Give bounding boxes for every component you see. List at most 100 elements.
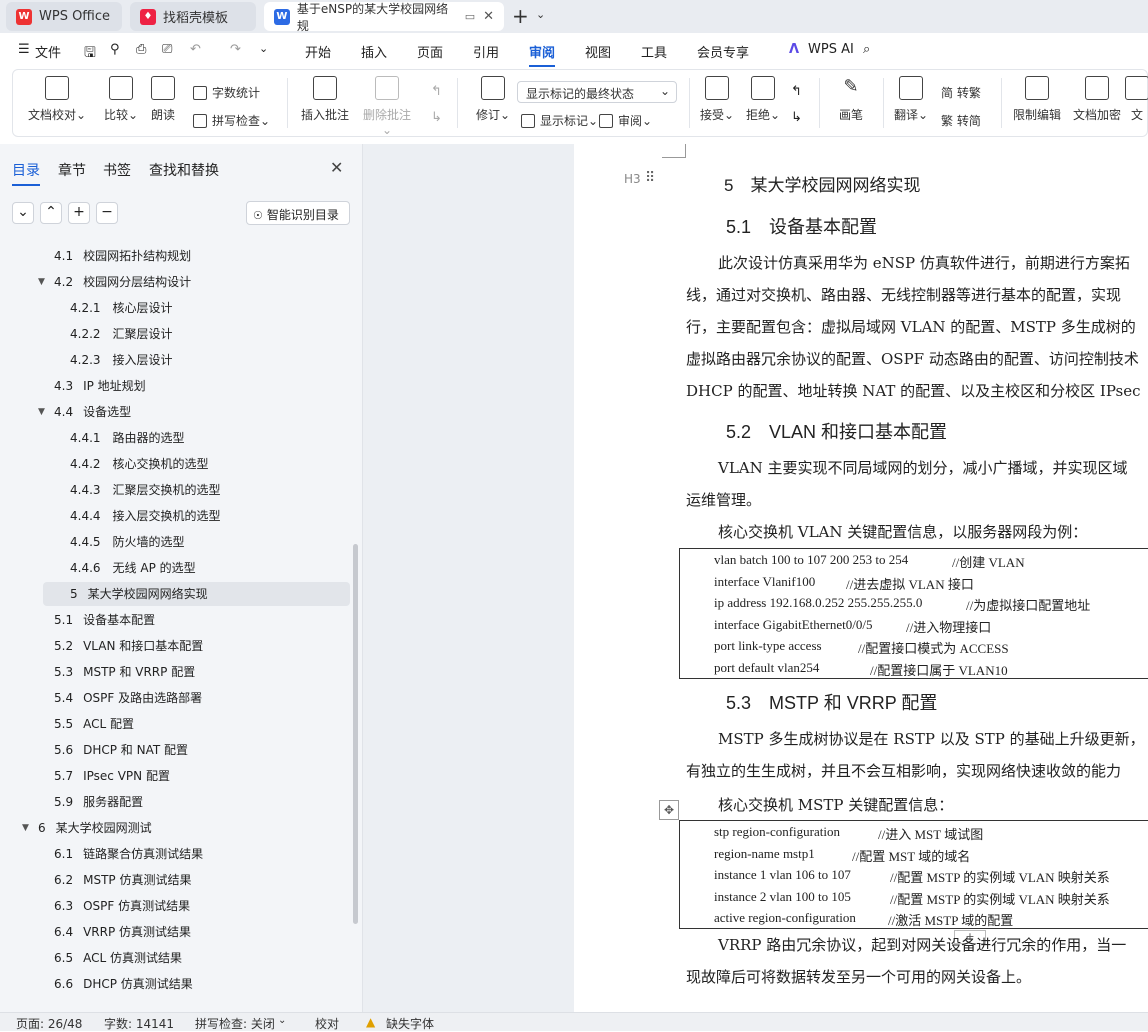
more-ribbon-button[interactable]: 文 xyxy=(1125,76,1148,123)
toc-item[interactable]: 6 某大学校园网测试 xyxy=(38,816,300,840)
toc-item[interactable]: 4.4.1 路由器的选型 xyxy=(70,426,300,450)
code-line: stp region-configuration xyxy=(714,824,840,839)
search-icon[interactable]: ⌕ xyxy=(863,42,870,57)
proof-indicator[interactable]: 校对 xyxy=(315,1015,339,1032)
tab-wps-home[interactable]: W WPS Office xyxy=(6,2,122,31)
toc-item[interactable]: 6.5 ACL 仿真测试结果 xyxy=(54,946,300,970)
menu-start[interactable]: 开始 xyxy=(305,42,331,61)
toc-item[interactable]: 5.7 IPsec VPN 配置 xyxy=(54,764,300,788)
restrict-edit-button[interactable]: 限制编辑 xyxy=(1009,76,1065,123)
tab-daoke[interactable]: ♦ 找稻壳模板 xyxy=(130,2,256,31)
menu-page[interactable]: 页面 xyxy=(417,42,443,61)
next-change-icon[interactable]: ↳ xyxy=(791,110,802,125)
tab-find-replace[interactable]: 查找和替换 xyxy=(149,160,219,180)
read-button[interactable]: 朗读 xyxy=(135,76,191,123)
expand-arrow-icon[interactable]: ▼ xyxy=(38,277,45,287)
missing-font-indicator[interactable]: 缺失字体 xyxy=(386,1015,434,1032)
new-tab-icon[interactable]: + xyxy=(512,4,529,28)
encrypt-button[interactable]: 文档加密 xyxy=(1069,76,1125,123)
toc-item[interactable]: 4.4.5 防火墙的选型 xyxy=(70,530,300,554)
toc-item[interactable]: 6.3 OSPF 仿真测试结果 xyxy=(54,894,300,918)
tab-toc[interactable]: 目录 xyxy=(12,160,40,186)
toc-item[interactable]: 4.3 IP 地址规划 xyxy=(54,374,300,398)
prev-change-icon[interactable]: ↰ xyxy=(791,84,802,99)
menu-view[interactable]: 视图 xyxy=(585,42,611,61)
menu-insert[interactable]: 插入 xyxy=(361,42,387,61)
scrollbar[interactable] xyxy=(353,544,358,924)
hamburger-icon[interactable]: ☰ xyxy=(18,42,30,57)
simp-to-trad-button[interactable]: 简 转繁 xyxy=(941,84,981,101)
toc-item[interactable]: 5.9 服务器配置 xyxy=(54,790,300,814)
toc-item[interactable]: 5.1 设备基本配置 xyxy=(54,608,300,632)
page-indicator[interactable]: 页面: 26/48 xyxy=(16,1015,82,1032)
toc-item[interactable]: 4.2.3 接入层设计 xyxy=(70,348,300,372)
toc-item[interactable]: 4.2 校园网分层结构设计 xyxy=(54,270,300,294)
menu-tools[interactable]: 工具 xyxy=(641,42,667,61)
toc-item[interactable]: 4.4.6 无线 AP 的选型 xyxy=(70,556,300,580)
smart-toc-button[interactable]: ☉ 智能识别目录 xyxy=(246,201,350,225)
reject-button[interactable]: 拒绝⌄ xyxy=(735,76,791,123)
chevron-down-icon[interactable]: ⌄ xyxy=(536,8,545,21)
menu-reference[interactable]: 引用 xyxy=(473,42,499,61)
toc-item[interactable]: 5.2 VLAN 和接口基本配置 xyxy=(54,634,300,658)
delete-comment-button[interactable]: 删除批注⌄ xyxy=(359,76,415,137)
translate-button[interactable]: 翻译⌄ xyxy=(883,76,939,123)
spell-check-indicator[interactable]: 拼写检查: 关闭 xyxy=(195,1015,275,1032)
insert-comment-button[interactable]: 插入批注 xyxy=(297,76,353,123)
undo-icon[interactable]: ↶ xyxy=(190,42,201,57)
move-table-icon[interactable]: ✥ xyxy=(659,800,679,820)
next-comment-icon[interactable]: ↳ xyxy=(431,110,442,125)
toc-item[interactable]: 5.4 OSPF 及路由选路部署 xyxy=(54,686,300,710)
toc-item[interactable]: 4.2.2 汇聚层设计 xyxy=(70,322,300,346)
redo-icon[interactable]: ↷ xyxy=(230,42,241,57)
expand-arrow-icon[interactable]: ▼ xyxy=(22,823,29,833)
print-icon[interactable]: ⎙ xyxy=(136,42,146,57)
toc-item[interactable]: 5.3 MSTP 和 VRRP 配置 xyxy=(54,660,300,684)
toc-item[interactable]: 6.1 链路聚合仿真测试结果 xyxy=(54,842,300,866)
toc-item[interactable]: 4.4.4 接入层交换机的选型 xyxy=(70,504,300,528)
toc-item[interactable]: 4.4.3 汇聚层交换机的选型 xyxy=(70,478,300,502)
tab-chapters[interactable]: 章节 xyxy=(58,160,86,180)
word-count-button[interactable]: 字数统计 xyxy=(193,84,260,101)
word-doc-icon: W xyxy=(274,8,290,25)
close-icon[interactable]: ✕ xyxy=(330,158,343,177)
revise-button[interactable]: 修订⌄ xyxy=(465,76,521,123)
menu-member[interactable]: 会员专享 xyxy=(697,42,749,61)
menu-wps-ai[interactable]: WPS AI xyxy=(808,42,854,57)
markup-state-select[interactable]: 显示标记的最终状态 ⌄ xyxy=(517,81,677,103)
toc-item[interactable]: 5 某大学校园网网络实现 xyxy=(43,582,350,606)
menu-review[interactable]: 审阅 xyxy=(529,42,556,67)
toc-item[interactable]: 6.6 DHCP 仿真测试结果 xyxy=(54,972,300,996)
tab-document[interactable]: W 基于eNSP的某大学校园网络规 ▭ ✕ xyxy=(264,2,504,33)
trad-to-simp-button[interactable]: 繁 转简 xyxy=(941,112,981,129)
remove-heading-button[interactable]: − xyxy=(96,202,118,224)
print-preview-icon[interactable]: ⎚ xyxy=(162,42,172,57)
close-tab-icon[interactable]: ✕ xyxy=(483,9,494,24)
toc-item[interactable]: 5.5 ACL 配置 xyxy=(54,712,300,736)
save-icon[interactable]: 🖫 xyxy=(84,42,96,66)
toc-item[interactable]: 4.1 校园网拓扑结构规划 xyxy=(54,244,300,268)
doc-check-button[interactable]: 文档校对⌄ xyxy=(27,76,87,123)
expand-down-button[interactable]: ⌄ xyxy=(12,202,34,224)
show-markup-button[interactable]: 显示标记 ⌄ xyxy=(521,112,598,129)
prev-comment-icon[interactable]: ↰ xyxy=(431,84,442,99)
toc-item[interactable]: 4.2.1 核心层设计 xyxy=(70,296,300,320)
pen-button[interactable]: ✎ 画笔 xyxy=(823,76,879,123)
toc-item[interactable]: 4.4.2 核心交换机的选型 xyxy=(70,452,300,476)
review-pane-button[interactable]: 审阅 ⌄ xyxy=(599,112,652,129)
show-markup-icon xyxy=(521,113,535,128)
word-count-indicator[interactable]: 字数: 14141 xyxy=(104,1015,174,1032)
toc-item[interactable]: 6.4 VRRP 仿真测试结果 xyxy=(54,920,300,944)
toc-item[interactable]: 6.2 MSTP 仿真测试结果 xyxy=(54,868,300,892)
tab-bookmarks[interactable]: 书签 xyxy=(103,160,131,180)
menu-file[interactable]: 文件 xyxy=(35,42,61,61)
toc-item[interactable]: 4.4 设备选型 xyxy=(54,400,300,424)
drag-handle-icon[interactable]: ⠿ xyxy=(645,170,655,186)
expand-arrow-icon[interactable]: ▼ xyxy=(38,407,45,417)
chevron-down-icon[interactable]: ⌄ xyxy=(259,42,268,55)
collapse-up-button[interactable]: ⌃ xyxy=(40,202,62,224)
toc-item[interactable]: 5.6 DHCP 和 NAT 配置 xyxy=(54,738,300,762)
add-heading-button[interactable]: + xyxy=(68,202,90,224)
spell-check-button[interactable]: 拼写检查 ⌄ xyxy=(193,112,270,129)
share-icon[interactable]: ⚲ xyxy=(110,42,120,57)
